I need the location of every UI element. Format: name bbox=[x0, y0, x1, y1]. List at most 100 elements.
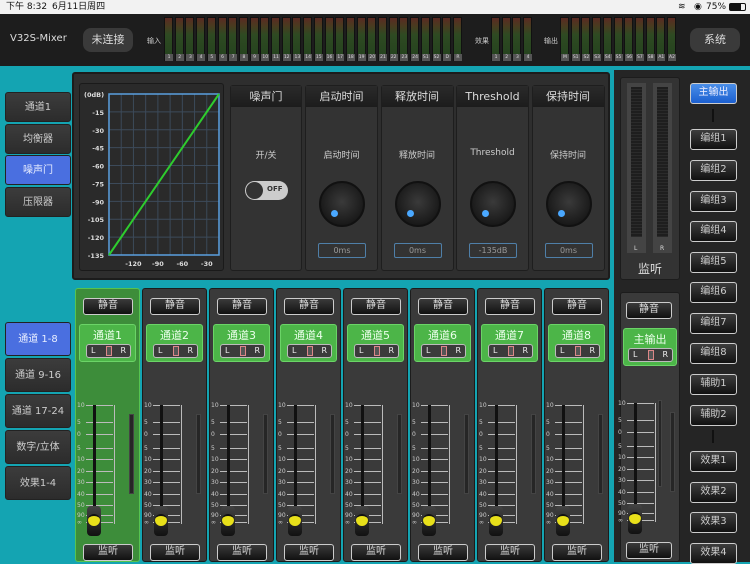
monitor-button[interactable]: 监听 bbox=[83, 544, 133, 561]
pan-l: L bbox=[158, 346, 163, 355]
pan-control[interactable]: LR bbox=[86, 344, 131, 358]
output-meter: A2 bbox=[667, 17, 676, 61]
monitor-meter-r: R bbox=[653, 83, 672, 253]
monitor-button[interactable]: 监听 bbox=[552, 544, 602, 561]
main-output-strip[interactable]: 静音 主输出 LR 10 5 0 5 10 20 30 40 50 90 ∞ 监听 bbox=[618, 292, 680, 562]
bus-button[interactable]: 效果3 bbox=[690, 512, 737, 533]
fader-knob[interactable] bbox=[221, 506, 235, 536]
mute-button[interactable]: 静音 bbox=[217, 298, 267, 315]
scale-label: 0 bbox=[479, 431, 483, 438]
channel-strip[interactable]: 静音 通道1 LR 10 5 0 5 10 20 30 40 50 90 ∞ 监听 bbox=[75, 288, 140, 562]
bank-tab-2[interactable]: 通道 17-24 bbox=[5, 394, 71, 428]
monitor-button[interactable]: 监听 bbox=[626, 542, 672, 559]
bus-button[interactable]: 效果1 bbox=[690, 451, 737, 472]
channel-strip[interactable]: 静音 通道7 LR 10 5 0 5 10 20 30 40 50 90 ∞ 监听 bbox=[477, 288, 542, 562]
rotary-knob[interactable] bbox=[545, 181, 592, 227]
channel-select-button[interactable]: 通道4 LR bbox=[280, 324, 337, 362]
monitor-button[interactable]: 监听 bbox=[351, 544, 401, 561]
fader-knob[interactable] bbox=[489, 506, 503, 536]
pan-control[interactable]: LR bbox=[153, 344, 198, 358]
tab-3[interactable]: 压限器 bbox=[5, 186, 71, 217]
channel-select-button[interactable]: 通道7 LR bbox=[481, 324, 538, 362]
channel-strip[interactable]: 静音 通道6 LR 10 5 0 5 10 20 30 40 50 90 ∞ 监听 bbox=[410, 288, 475, 562]
gate-toggle[interactable]: OFF bbox=[245, 181, 288, 200]
bus-button[interactable]: 主输出 bbox=[690, 83, 737, 104]
bus-button[interactable]: 编组6 bbox=[690, 282, 737, 303]
bank-tab-3[interactable]: 数字/立体 bbox=[5, 430, 71, 464]
fader-knob[interactable] bbox=[422, 506, 436, 536]
pan-control[interactable]: LR bbox=[220, 344, 265, 358]
bus-button[interactable]: 辅助2 bbox=[690, 405, 737, 426]
knob-value[interactable]: 0ms bbox=[318, 243, 366, 258]
knob-value[interactable]: -135dB bbox=[469, 243, 517, 258]
monitor-button[interactable]: 监听 bbox=[217, 544, 267, 561]
battery-icon bbox=[729, 3, 746, 11]
level-meter-2 bbox=[658, 400, 662, 487]
tab-2[interactable]: 噪声门 bbox=[5, 155, 71, 185]
rotary-knob[interactable] bbox=[319, 181, 365, 227]
meter-label: 2 bbox=[175, 54, 184, 61]
mute-button[interactable]: 静音 bbox=[485, 298, 535, 315]
bus-button[interactable]: 效果4 bbox=[690, 543, 737, 564]
monitor-button[interactable]: 监听 bbox=[284, 544, 334, 561]
fader-knob[interactable] bbox=[288, 506, 302, 536]
meter-label: S2 bbox=[432, 54, 441, 61]
rotary-knob[interactable] bbox=[394, 181, 441, 227]
bus-button[interactable]: 效果2 bbox=[690, 482, 737, 503]
bus-button[interactable]: 编组5 bbox=[690, 252, 737, 273]
input-meter: 13 bbox=[292, 17, 302, 61]
connect-button[interactable]: 未连接 bbox=[83, 28, 133, 52]
monitor-button[interactable]: 监听 bbox=[418, 544, 468, 561]
channel-select-button[interactable]: 通道8 LR bbox=[548, 324, 605, 362]
knob-value[interactable]: 0ms bbox=[544, 243, 593, 258]
mute-button[interactable]: 静音 bbox=[150, 298, 200, 315]
monitor-button[interactable]: 监听 bbox=[485, 544, 535, 561]
channel-strip[interactable]: 静音 通道2 LR 10 5 0 5 10 20 30 40 50 90 ∞ 监听 bbox=[142, 288, 207, 562]
fader-knob[interactable] bbox=[556, 506, 570, 536]
fader-knob[interactable] bbox=[87, 506, 101, 536]
fader-knob[interactable] bbox=[154, 506, 168, 536]
bus-button[interactable]: 辅助1 bbox=[690, 374, 737, 395]
knob-value[interactable]: 0ms bbox=[393, 243, 442, 258]
channel-strip[interactable]: 静音 通道4 LR 10 5 0 5 10 20 30 40 50 90 ∞ 监听 bbox=[276, 288, 341, 562]
system-button[interactable]: 系统 bbox=[690, 28, 740, 52]
bus-button[interactable]: 编组4 bbox=[690, 221, 737, 242]
pan-control[interactable]: LR bbox=[555, 344, 600, 358]
channel-select-button[interactable]: 通道6 LR bbox=[414, 324, 471, 362]
rotary-knob[interactable] bbox=[470, 181, 516, 227]
pan-control[interactable]: LR bbox=[354, 344, 399, 358]
mute-button[interactable]: 静音 bbox=[351, 298, 401, 315]
tab-1[interactable]: 均衡器 bbox=[5, 123, 71, 154]
meter-label: 2 bbox=[502, 54, 511, 61]
bus-button[interactable]: 编组3 bbox=[690, 191, 737, 212]
bus-button[interactable]: 编组7 bbox=[690, 313, 737, 334]
fader-knob[interactable] bbox=[355, 506, 369, 536]
channel-select-button[interactable]: 通道3 LR bbox=[213, 324, 270, 362]
monitor-button[interactable]: 监听 bbox=[150, 544, 200, 561]
channel-select-button[interactable]: 通道5 LR bbox=[347, 324, 404, 362]
bank-tab-1[interactable]: 通道 9-16 bbox=[5, 358, 71, 392]
pan-control[interactable]: LR bbox=[421, 344, 466, 358]
channel-select-button[interactable]: 通道2 LR bbox=[146, 324, 203, 362]
meter-label: 12 bbox=[282, 54, 291, 61]
bank-tab-4[interactable]: 效果1-4 bbox=[5, 466, 71, 500]
mute-button[interactable]: 静音 bbox=[552, 298, 602, 315]
mute-button[interactable]: 静音 bbox=[284, 298, 334, 315]
bus-button[interactable]: 编组8 bbox=[690, 343, 737, 364]
mute-button[interactable]: 静音 bbox=[418, 298, 468, 315]
channel-select-button[interactable]: 通道1 LR bbox=[79, 324, 136, 362]
pan-control[interactable]: LR bbox=[287, 344, 332, 358]
bus-button[interactable]: 编组2 bbox=[690, 160, 737, 181]
mute-button[interactable]: 静音 bbox=[83, 298, 133, 315]
pan-control[interactable]: LR bbox=[488, 344, 533, 358]
input-meter: 9 bbox=[249, 17, 259, 61]
channel-strip[interactable]: 静音 通道8 LR 10 5 0 5 10 20 30 40 50 90 ∞ 监听 bbox=[544, 288, 609, 562]
meter-label: 4 bbox=[197, 54, 206, 61]
scale-label: 30 bbox=[618, 477, 626, 484]
bank-tab-0[interactable]: 通道 1-8 bbox=[5, 322, 71, 356]
fader-knob[interactable] bbox=[628, 504, 642, 534]
tab-0[interactable]: 通道1 bbox=[5, 92, 71, 122]
channel-strip[interactable]: 静音 通道5 LR 10 5 0 5 10 20 30 40 50 90 ∞ 监听 bbox=[343, 288, 408, 562]
channel-strip[interactable]: 静音 通道3 LR 10 5 0 5 10 20 30 40 50 90 ∞ 监听 bbox=[209, 288, 274, 562]
bus-button[interactable]: 编组1 bbox=[690, 129, 737, 150]
